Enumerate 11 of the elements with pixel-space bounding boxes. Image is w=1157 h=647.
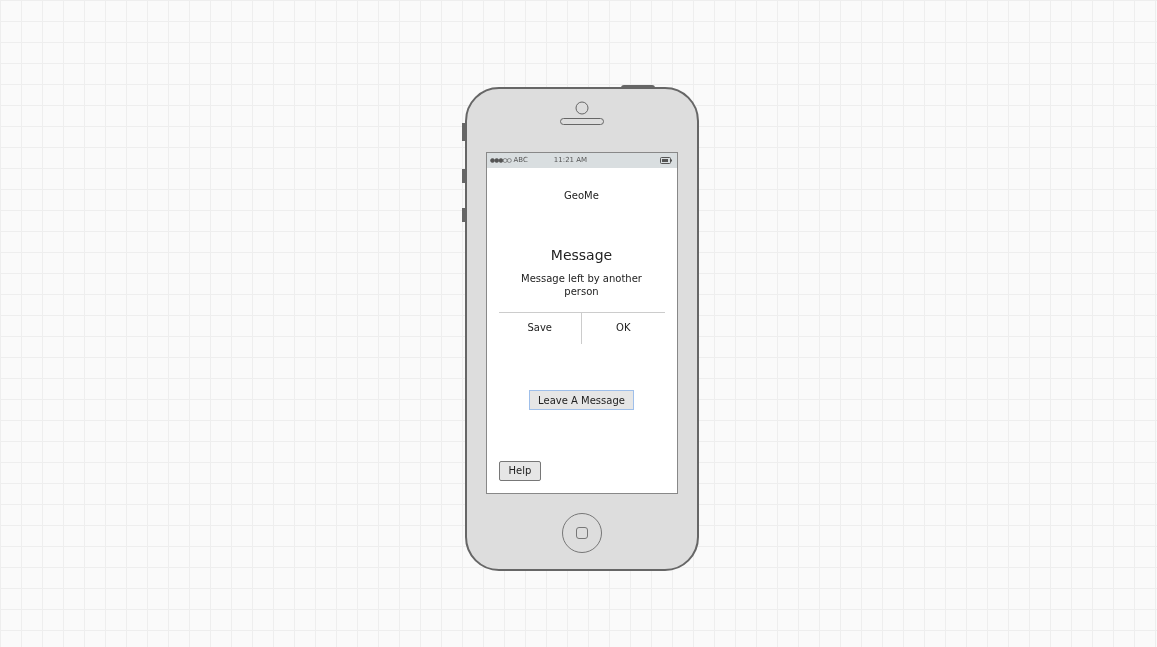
leave-message-button[interactable]: Leave A Message — [529, 390, 634, 410]
square-icon — [575, 527, 588, 539]
dialog-message: Message left by another person — [520, 272, 643, 298]
signal-icon — [489, 158, 512, 163]
dialog-button[interactable]: Save — [498, 313, 581, 344]
help-button[interactable]: Help — [498, 460, 542, 481]
camera-icon — [574, 101, 589, 115]
battery-icon — [659, 157, 672, 164]
app-title: GeoMe — [563, 189, 600, 203]
dialog-title: Message — [549, 246, 614, 265]
dialog-button[interactable]: OK — [581, 313, 665, 344]
